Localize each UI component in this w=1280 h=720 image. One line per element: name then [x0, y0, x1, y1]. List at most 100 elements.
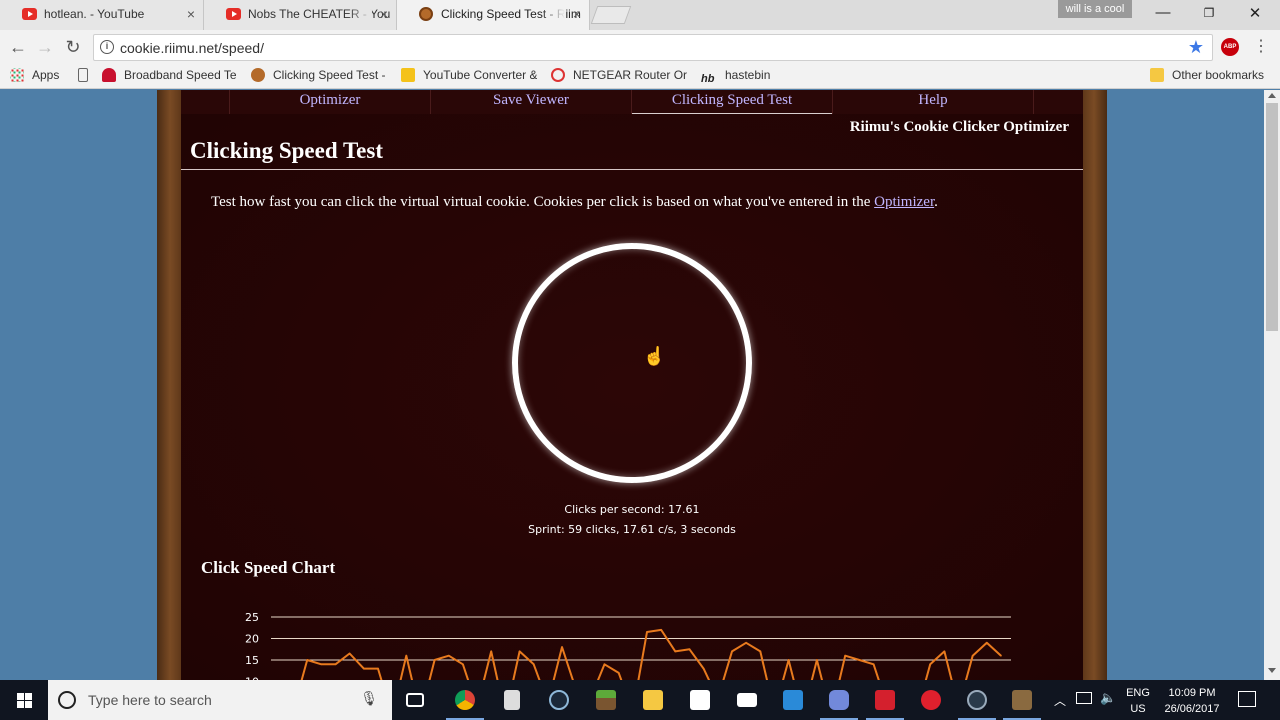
task-view-icon[interactable] — [393, 680, 439, 720]
store-taskbar-icon[interactable] — [677, 680, 723, 720]
data-point — [674, 650, 677, 653]
y-tick-label: 15 — [245, 654, 259, 667]
data-point — [462, 663, 464, 666]
speedtest-icon — [102, 68, 116, 82]
search-placeholder: Type here to search — [88, 692, 212, 708]
tray-chevron-icon[interactable]: ︿ — [1054, 692, 1066, 709]
minecraft-launcher-taskbar-icon[interactable] — [999, 680, 1045, 720]
address-bar[interactable]: i cookie.riimu.net/speed/ ★ — [93, 34, 1213, 61]
data-point — [334, 663, 337, 666]
wood-border-right — [1081, 90, 1107, 680]
browser-toolbar: ← → ↻ i cookie.riimu.net/speed/ ★ ABP ⋮ — [0, 30, 1280, 65]
input-language[interactable]: ENG US — [1124, 685, 1152, 717]
network-icon[interactable] — [1076, 692, 1092, 704]
profile-badge[interactable]: will is a cool — [1058, 0, 1132, 18]
data-point — [363, 667, 365, 670]
chrome-taskbar-icon[interactable] — [442, 680, 488, 720]
notifications-icon[interactable] — [1238, 691, 1256, 707]
scroll-up-icon[interactable] — [1268, 93, 1276, 98]
reload-icon[interactable]: ↻ — [61, 35, 85, 59]
virtual-cookie-button[interactable] — [512, 243, 752, 483]
close-tab-icon[interactable]: × — [573, 6, 581, 22]
bookmark-label: NETGEAR Router Orb — [573, 68, 687, 82]
bookmark-label: YouTube Converter & — [423, 68, 537, 82]
other-bookmarks[interactable]: Other bookmarks — [1150, 68, 1264, 82]
taskbar-search[interactable]: Type here to search 🎙 — [48, 680, 392, 720]
clicks-per-second: Clicks per second: 17.61 — [564, 503, 700, 516]
data-point — [986, 642, 988, 644]
minecraft-taskbar-icon[interactable] — [583, 680, 629, 720]
menu-icon[interactable]: ⋮ — [1253, 36, 1269, 56]
cookie-icon — [251, 68, 265, 82]
converter-icon — [401, 68, 415, 82]
tab-hotlean-youtube[interactable]: hotlean. - YouTube × — [0, 0, 204, 30]
bookmark-youtube-converter[interactable]: YouTube Converter & — [401, 68, 537, 82]
data-point — [787, 659, 790, 661]
forward-icon[interactable]: → — [33, 35, 57, 59]
close-tab-icon[interactable]: × — [380, 6, 388, 22]
close-window-icon[interactable]: ✕ — [1232, 4, 1278, 24]
bookmark-page[interactable] — [78, 68, 96, 82]
new-tab-button[interactable] — [590, 6, 632, 24]
steam-taskbar-icon[interactable] — [536, 680, 582, 720]
calculator-taskbar-icon[interactable] — [489, 680, 535, 720]
data-point — [377, 667, 379, 670]
adblock-extension-icon[interactable]: ABP — [1221, 38, 1239, 56]
scroll-down-icon[interactable] — [1268, 668, 1276, 673]
minimize-icon[interactable]: — — [1140, 4, 1186, 24]
data-point — [702, 667, 705, 670]
page-scrollbar[interactable] — [1264, 90, 1280, 680]
file-explorer-taskbar-icon[interactable] — [630, 680, 676, 720]
record-taskbar-icon[interactable] — [908, 680, 954, 720]
back-icon[interactable]: ← — [6, 35, 30, 59]
discord-taskbar-icon[interactable] — [816, 680, 862, 720]
bookmark-star-icon[interactable]: ★ — [1188, 37, 1204, 58]
data-point — [561, 646, 563, 648]
data-point — [872, 663, 875, 666]
netgear-icon — [551, 68, 565, 82]
page-viewport: Optimizer Save Viewer Clicking Speed Tes… — [0, 90, 1264, 680]
data-point — [518, 650, 521, 653]
data-point — [929, 663, 931, 666]
nav-optimizer[interactable]: Optimizer — [230, 92, 430, 114]
optimizer-link[interactable]: Optimizer — [874, 194, 934, 210]
bookmark-label: Clicking Speed Test - — [273, 68, 385, 82]
data-point — [745, 642, 747, 644]
nav-save-viewer[interactable]: Save Viewer — [431, 92, 631, 114]
nav-help[interactable]: Help — [833, 92, 1033, 114]
windows-start-icon[interactable] — [0, 680, 48, 720]
microphone-icon[interactable]: 🎙 — [360, 690, 378, 707]
restore-icon[interactable]: ❐ — [1186, 6, 1232, 26]
page-content: Optimizer Save Viewer Clicking Speed Tes… — [181, 90, 1083, 680]
data-point — [448, 654, 450, 657]
cortana-icon[interactable] — [58, 691, 76, 709]
data-point — [858, 659, 861, 661]
tab-nobs-youtube[interactable]: Nobs The CHEATER - You × — [204, 0, 397, 30]
bookmark-clicking-speed-test[interactable]: Clicking Speed Test - — [251, 68, 385, 82]
cookie-icon — [419, 7, 433, 21]
nav-clicking-speed-test[interactable]: Clicking Speed Test — [632, 92, 832, 114]
data-point — [943, 650, 946, 653]
site-info-icon[interactable]: i — [100, 40, 114, 54]
bookmark-netgear[interactable]: NETGEAR Router Orb — [551, 68, 687, 82]
taskbar-clock[interactable]: 10:09 PM 26/06/2017 — [1160, 685, 1224, 717]
obs-taskbar-icon[interactable] — [954, 680, 1000, 720]
tab-clicking-speed-test[interactable]: Clicking Speed Test - Riim × — [397, 0, 590, 30]
bookmark-label: Broadband Speed Te — [124, 68, 236, 82]
mail-taskbar-icon[interactable] — [724, 680, 770, 720]
bookmark-broadband-speed[interactable]: Broadband Speed Te — [102, 68, 236, 82]
editor-taskbar-icon[interactable] — [770, 680, 816, 720]
apps-grid-icon — [10, 68, 24, 82]
scroll-thumb[interactable] — [1266, 103, 1278, 331]
close-tab-icon[interactable]: × — [187, 6, 195, 22]
volume-icon[interactable]: 🔈 — [1100, 690, 1116, 706]
data-point — [603, 663, 606, 666]
bookmark-label: hastebin — [725, 68, 771, 82]
data-point — [490, 650, 493, 653]
kaspersky-taskbar-icon[interactable] — [862, 680, 908, 720]
data-point — [320, 663, 323, 666]
bookmark-apps[interactable]: Apps — [10, 68, 59, 82]
bookmark-hastebin[interactable]: hb hastebin — [701, 68, 770, 87]
url-text: cookie.riimu.net/speed/ — [120, 40, 264, 56]
sprint-stats: Sprint: 59 clicks, 17.61 c/s, 3 seconds — [528, 523, 736, 536]
